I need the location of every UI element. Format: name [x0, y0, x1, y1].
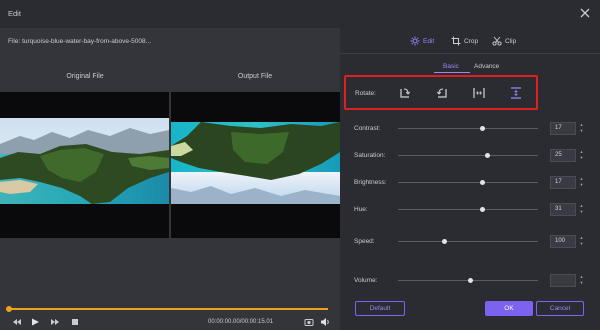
edit-icon — [410, 36, 420, 46]
stepper-down-icon[interactable]: ▼ — [578, 155, 585, 161]
window-title: Edit — [8, 9, 21, 18]
stepper-down-icon[interactable]: ▼ — [578, 280, 585, 286]
brightness-slider[interactable] — [398, 180, 538, 185]
volume-value-field[interactable] — [550, 274, 576, 287]
snapshot-icon[interactable] — [304, 317, 314, 327]
brightness-stepper[interactable]: ▲ ▼ — [578, 176, 585, 189]
contrast-row: Contrast: 17 ▲ ▼ — [354, 122, 594, 136]
brightness-slider-thumb[interactable] — [479, 180, 485, 185]
volume-icon[interactable] — [320, 317, 330, 327]
tab-crop[interactable]: Crop — [451, 34, 478, 48]
stepper-down-icon[interactable]: ▼ — [578, 182, 585, 188]
original-file-label: Original File — [66, 73, 104, 80]
contrast-value-field[interactable]: 17 — [550, 122, 576, 135]
hue-slider[interactable] — [398, 207, 538, 212]
speed-slider-thumb[interactable] — [441, 239, 447, 244]
stepper-down-icon[interactable]: ▼ — [578, 241, 585, 247]
tab-edit-label: Edit — [423, 37, 435, 45]
fast-forward-icon[interactable] — [50, 317, 60, 327]
brightness-label: Brightness: — [354, 179, 387, 186]
hue-label: Hue: — [354, 206, 368, 213]
close-icon[interactable] — [578, 6, 592, 20]
saturation-value-field[interactable]: 25 — [550, 149, 576, 162]
tab-clip[interactable]: Clip — [492, 34, 516, 48]
flip-vertical-icon[interactable] — [509, 86, 523, 100]
subtab-underline — [434, 72, 470, 73]
volume-row: Volume: ▲ ▼ — [354, 274, 594, 288]
playback-controls: 00:00:00.00/00:00:15.01 — [0, 314, 340, 330]
saturation-row: Saturation: 25 ▲ ▼ — [354, 149, 594, 163]
divider — [340, 53, 600, 54]
original-preview — [0, 92, 169, 238]
volume-stepper[interactable]: ▲ ▼ — [578, 274, 585, 287]
preview-panel: File: turquoise-blue-water-bay-from-abov… — [0, 28, 340, 330]
saturation-stepper[interactable]: ▲ ▼ — [578, 149, 585, 162]
rotate-label: Rotate: — [355, 90, 376, 97]
saturation-slider[interactable] — [398, 153, 538, 158]
hue-value-field[interactable]: 31 — [550, 203, 576, 216]
speed-value-field[interactable]: 100 — [550, 235, 576, 248]
play-icon[interactable] — [30, 317, 40, 327]
ok-button[interactable]: OK — [485, 301, 533, 316]
timecode: 00:00:00.00/00:00:15.01 — [208, 319, 274, 325]
crop-icon — [451, 36, 461, 46]
output-video-frame — [171, 122, 340, 204]
saturation-label: Saturation: — [354, 152, 386, 159]
stepper-down-icon[interactable]: ▼ — [578, 209, 585, 215]
volume-slider[interactable] — [398, 278, 538, 283]
original-video-frame — [0, 118, 169, 204]
hue-slider-thumb[interactable] — [479, 207, 485, 212]
saturation-slider-thumb[interactable] — [485, 153, 491, 158]
volume-label: Volume: — [354, 277, 378, 284]
file-name: File: turquoise-blue-water-bay-from-abov… — [8, 38, 152, 45]
stepper-down-icon[interactable]: ▼ — [578, 128, 585, 134]
rotate-right-icon[interactable] — [398, 86, 412, 100]
rotate-section: Rotate: — [344, 75, 538, 110]
speed-slider[interactable] — [398, 239, 538, 244]
timeline-playhead[interactable] — [6, 306, 12, 312]
tab-clip-label: Clip — [505, 37, 517, 45]
edit-tabs: Edit Crop Clip — [340, 34, 600, 50]
brightness-row: Brightness: 17 ▲ ▼ — [354, 176, 594, 190]
rotate-left-icon[interactable] — [435, 86, 449, 100]
rewind-icon[interactable] — [12, 317, 22, 327]
settings-panel: Edit Crop Clip Basic Advance Rotate: Con… — [340, 28, 600, 330]
contrast-slider-thumb[interactable] — [479, 126, 485, 131]
tab-edit[interactable]: Edit — [410, 34, 434, 48]
default-button[interactable]: Default — [355, 301, 405, 316]
volume-slider-thumb[interactable] — [468, 278, 474, 283]
contrast-label: Contrast: — [354, 125, 381, 132]
cancel-button[interactable]: Cancel — [536, 301, 584, 316]
title-bar: Edit — [0, 0, 600, 28]
flip-horizontal-icon[interactable] — [472, 86, 486, 100]
contrast-stepper[interactable]: ▲ ▼ — [578, 122, 585, 135]
stop-icon[interactable] — [70, 317, 80, 327]
speed-stepper[interactable]: ▲ ▼ — [578, 235, 585, 248]
speed-row: Speed: 100 ▲ ▼ — [354, 235, 594, 249]
output-preview — [171, 92, 340, 238]
subtab-advance[interactable]: Advance — [474, 63, 499, 70]
clip-icon — [492, 36, 502, 46]
timeline-bar[interactable] — [6, 306, 328, 312]
speed-label: Speed: — [354, 238, 375, 245]
tab-crop-label: Crop — [464, 37, 479, 45]
output-file-label: Output File — [237, 73, 273, 80]
contrast-slider[interactable] — [398, 126, 538, 131]
hue-row: Hue: 31 ▲ ▼ — [354, 203, 594, 217]
subtab-basic[interactable]: Basic — [443, 63, 459, 70]
brightness-value-field[interactable]: 17 — [550, 176, 576, 189]
hue-stepper[interactable]: ▲ ▼ — [578, 203, 585, 216]
